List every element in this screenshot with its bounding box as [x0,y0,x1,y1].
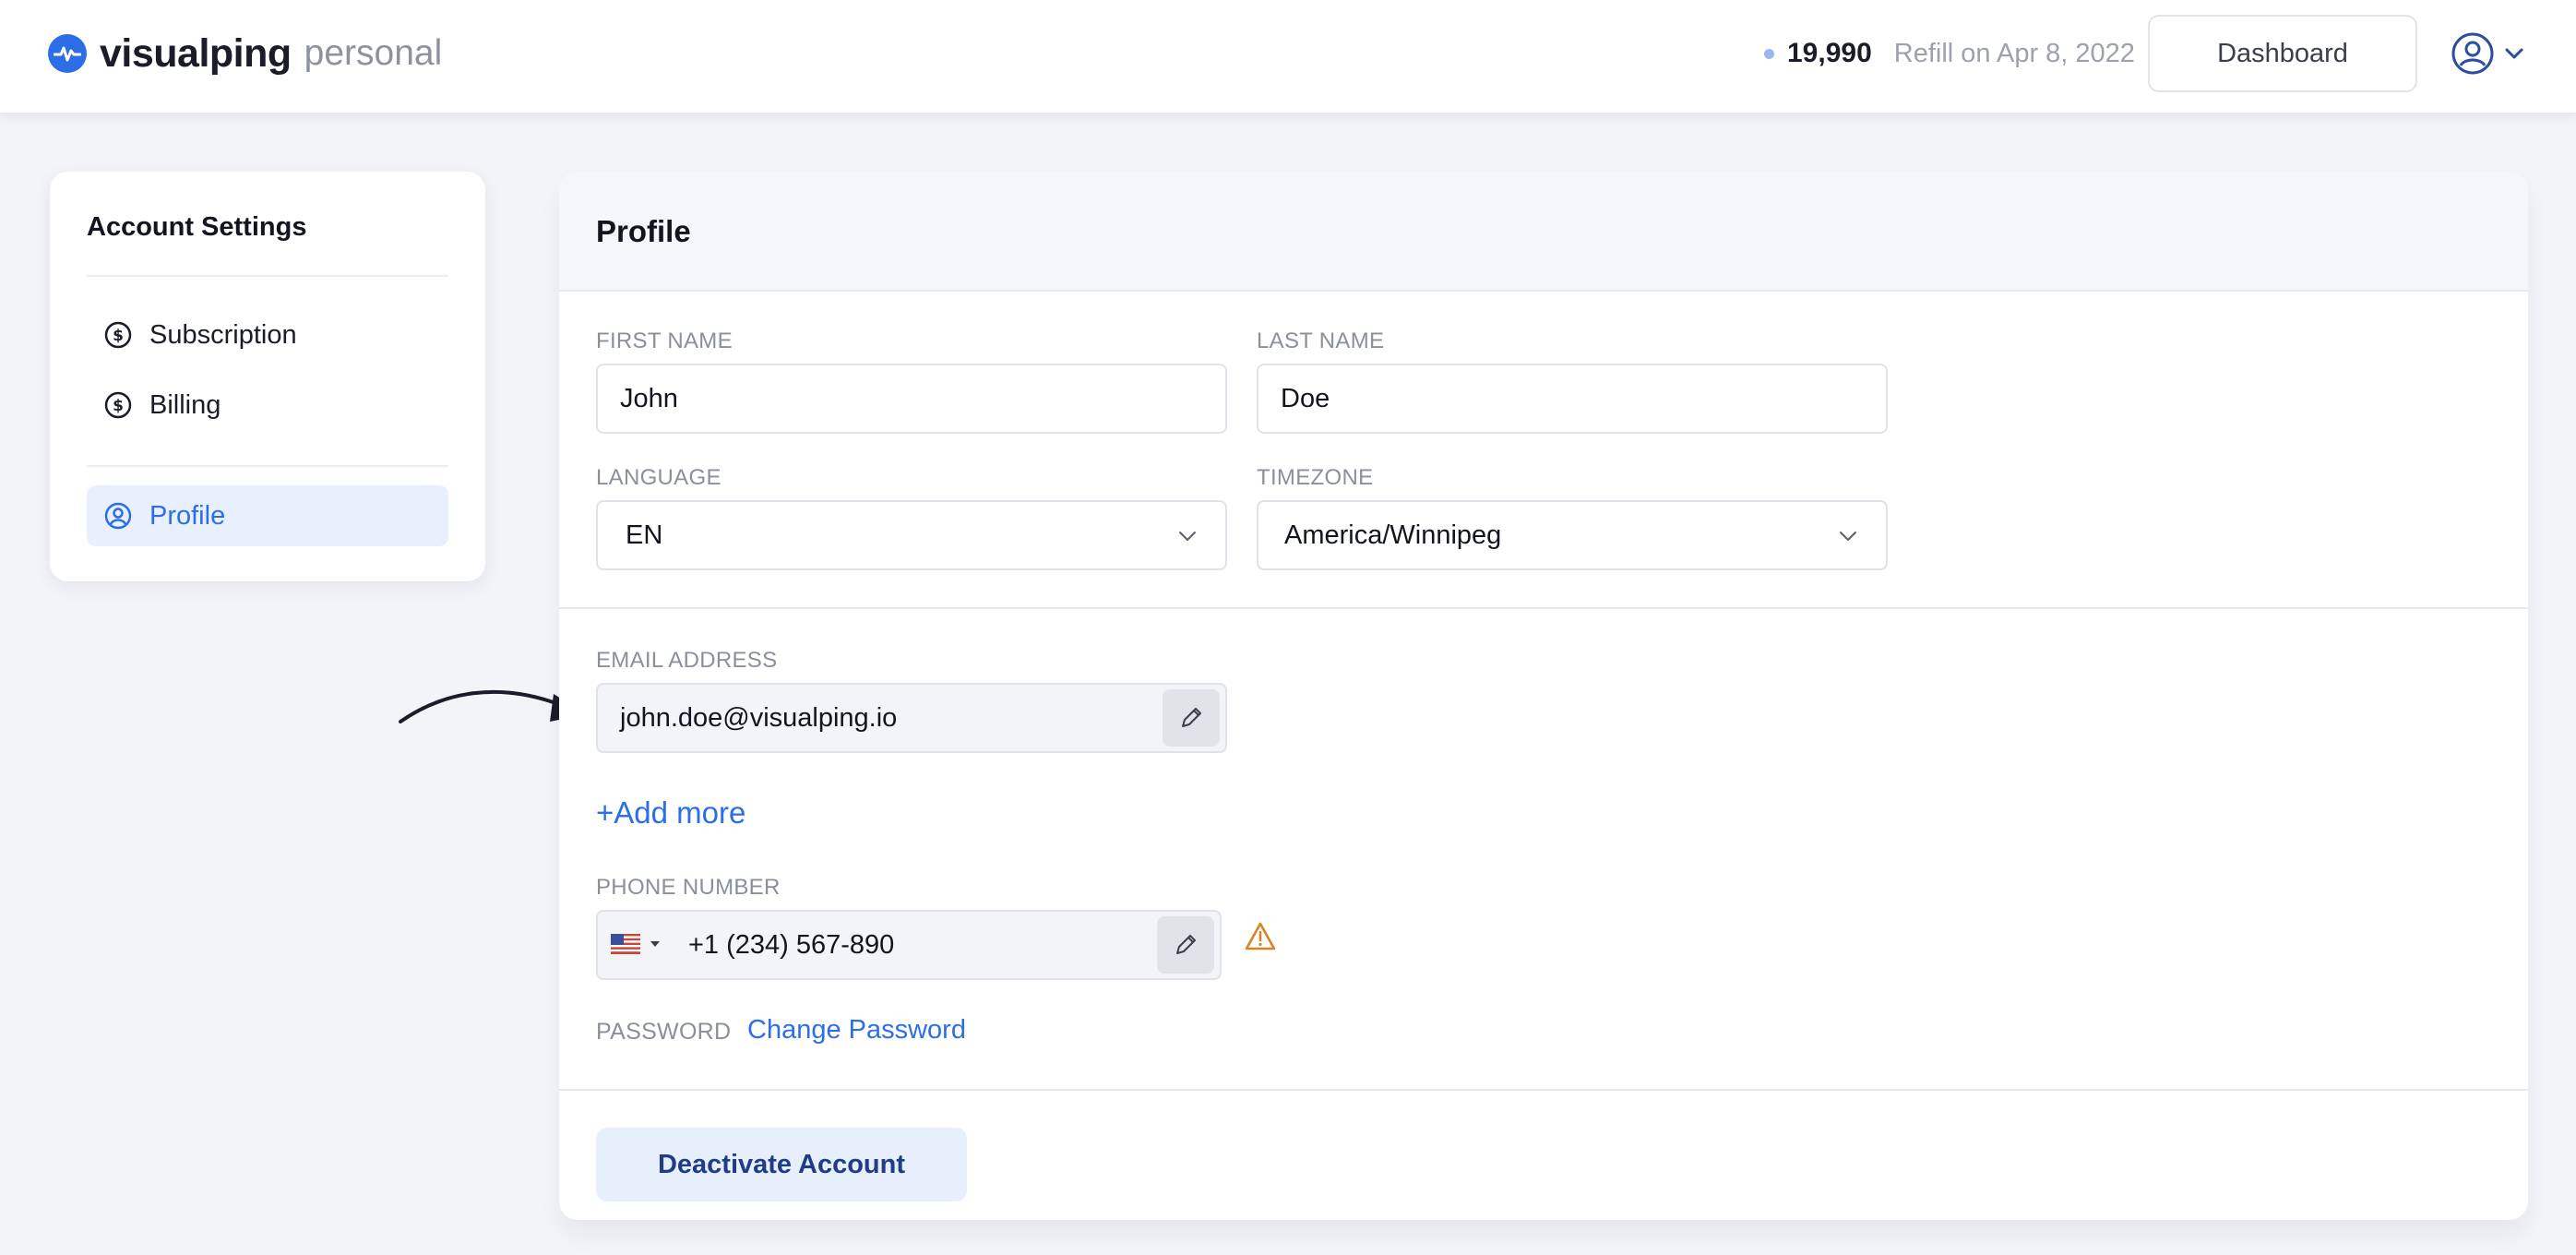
add-more-email-link[interactable]: +Add more [596,795,745,831]
refill-date: Refill on Apr 8, 2022 [1893,38,2135,68]
logo[interactable]: visualping personal [48,28,442,79]
first-name-field[interactable]: John [596,364,1227,434]
credit-dot-icon [1764,48,1774,59]
phone-value: +1 (234) 567-890 [688,929,895,960]
sidebar-item-label: Profile [149,500,226,531]
pencil-icon [1182,708,1201,727]
credit-count: 19,990 [1787,38,1872,68]
edit-phone-button[interactable] [1157,916,1214,974]
sidebar-item-label: Billing [149,389,221,420]
logo-wordmark: visualping [100,30,292,76]
chevron-down-icon [2505,48,2523,59]
language-select[interactable]: EN [596,500,1227,570]
phone-label: PHONE NUMBER [596,875,781,900]
top-bar: visualping personal 19,990 Refill on Apr… [0,0,2576,113]
dashboard-button[interactable]: Dashboard [2148,15,2417,92]
sidebar-item-subscription[interactable]: $ Subscription [87,305,448,365]
chevron-down-icon [1179,532,1196,541]
divider [559,290,2528,292]
sidebar-item-billing[interactable]: $ Billing [87,375,448,436]
first-name-label: FIRST NAME [596,329,733,353]
timezone-select[interactable]: America/Winnipeg [1257,500,1888,570]
chevron-down-icon [1840,532,1856,541]
email-field[interactable]: john.doe@visualping.io [596,683,1227,753]
us-flag-icon [611,934,640,954]
timezone-value: America/Winnipeg [1284,520,1502,550]
profile-header: Profile [559,172,2528,290]
profile-card: Profile FIRST NAME John LAST NAME Doe LA… [559,172,2528,1220]
pencil-icon [1176,935,1196,954]
page-title: Profile [596,214,691,248]
email-value: john.doe@visualping.io [620,702,898,733]
account-settings-sidebar: Account Settings $ Subscription $ Billin… [50,172,485,581]
warning-icon[interactable] [1244,921,1277,952]
password-label: PASSWORD [596,1019,732,1045]
phone-field[interactable]: +1 (234) 567-890 [596,910,1222,980]
sidebar-title: Account Settings [87,212,307,242]
first-name-value: John [620,383,678,413]
email-label: EMAIL ADDRESS [596,648,778,673]
divider [87,465,448,467]
timezone-label: TIMEZONE [1257,465,1374,490]
user-circle-icon [104,502,132,530]
dollar-circle-icon: $ [104,321,132,349]
change-password-link[interactable]: Change Password [747,1015,966,1046]
sidebar-item-label: Subscription [149,319,297,350]
language-value: EN [626,520,663,550]
sidebar-item-profile[interactable]: Profile [87,485,448,546]
user-menu[interactable] [2451,28,2524,79]
svg-text:$: $ [113,397,124,415]
country-selector[interactable] [611,934,662,954]
caret-down-icon [650,941,660,947]
edit-email-button[interactable] [1163,689,1220,747]
language-label: LANGUAGE [596,465,722,490]
last-name-field[interactable]: Doe [1257,364,1888,434]
plan-name: personal [304,33,443,73]
pulse-logo-icon [48,34,87,73]
divider [559,1089,2528,1091]
deactivate-account-button[interactable]: Deactivate Account [596,1128,967,1201]
divider [87,275,448,277]
divider [559,607,2528,609]
svg-text:$: $ [113,327,124,345]
last-name-label: LAST NAME [1257,329,1385,353]
dollar-circle-icon: $ [104,391,132,419]
credits-status: 19,990 Refill on Apr 8, 2022 [1764,33,2135,74]
last-name-value: Doe [1281,383,1330,413]
user-avatar-icon [2451,32,2494,75]
